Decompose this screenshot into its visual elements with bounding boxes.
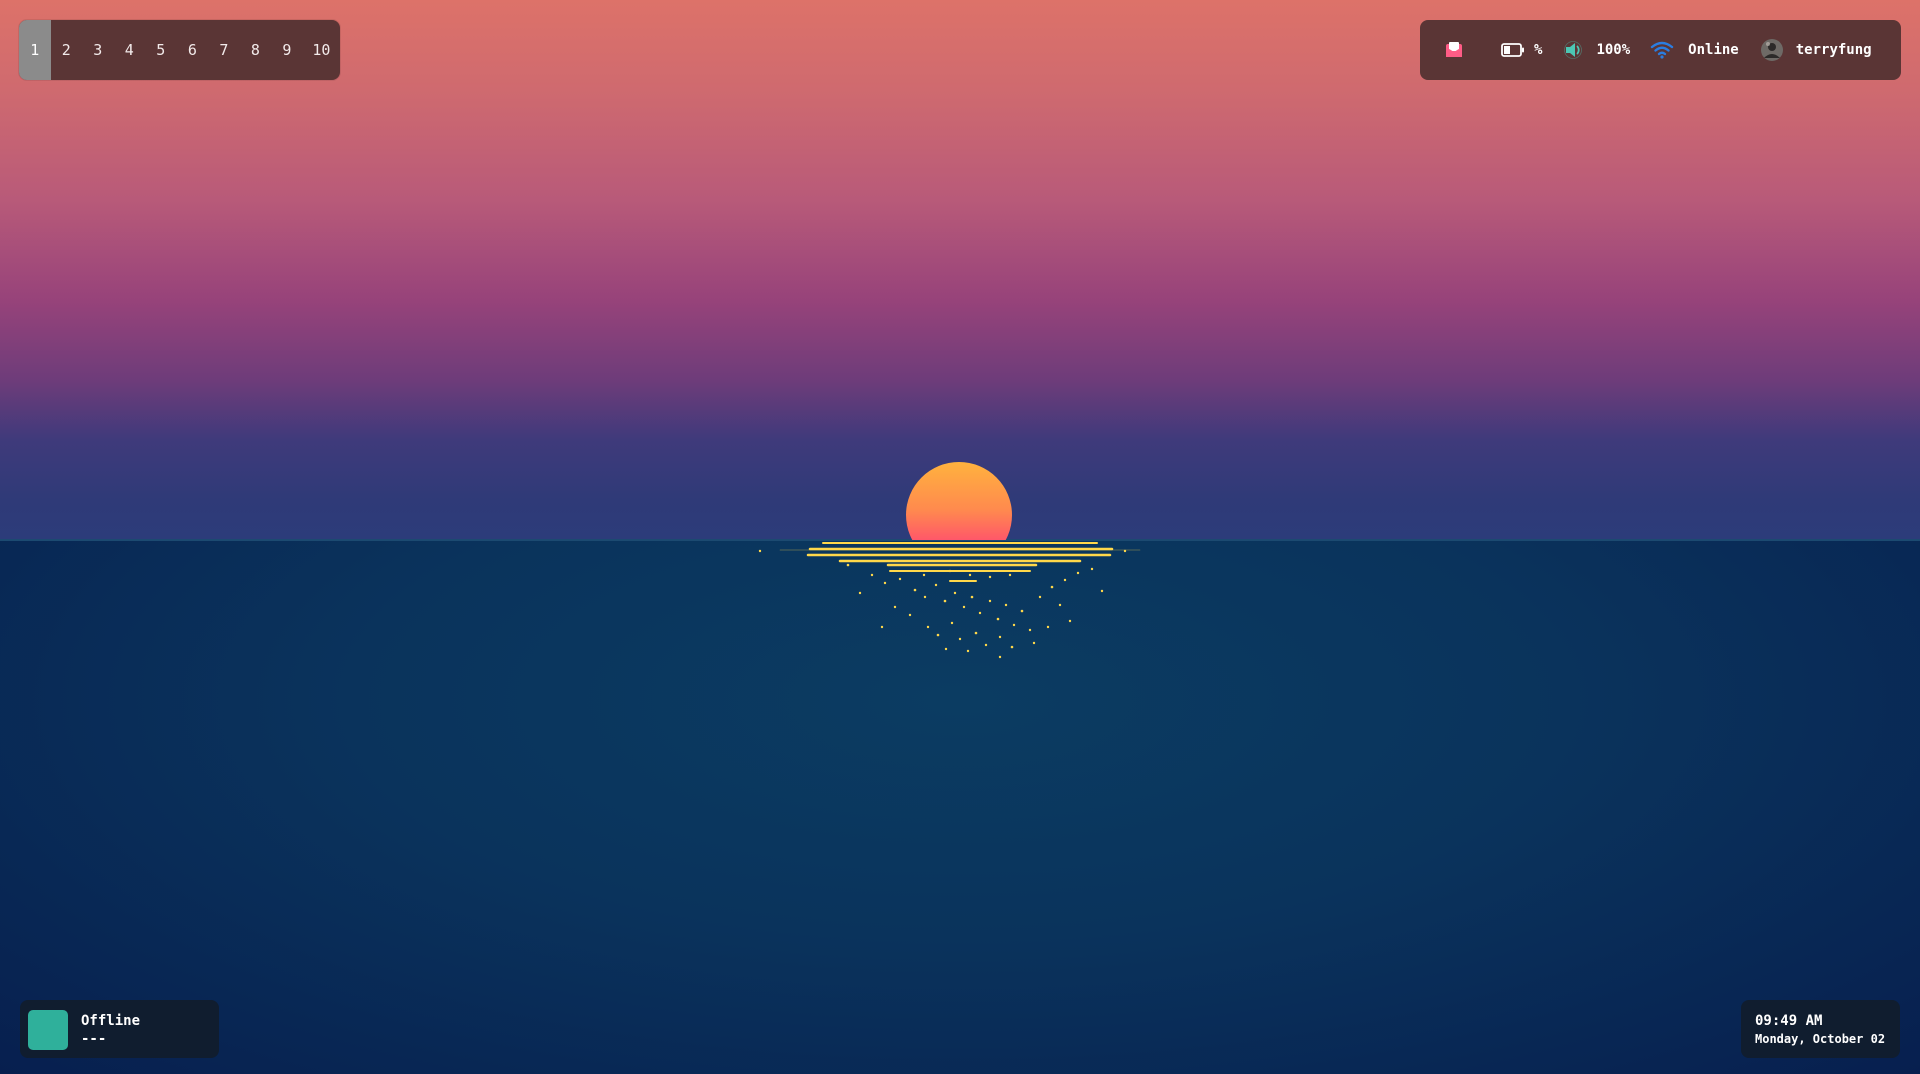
media-status: Offline: [81, 1013, 141, 1029]
network-status: Online: [1688, 42, 1739, 58]
username[interactable]: terryfung: [1796, 42, 1872, 58]
clock-widget[interactable]: 09:49 AM Monday, October 02: [1741, 1000, 1900, 1058]
clock-date: Monday, October 02: [1755, 1032, 1886, 1046]
battery-icon[interactable]: [1501, 43, 1525, 57]
volume-icon[interactable]: [1564, 41, 1584, 59]
media-widget[interactable]: Offline ---: [20, 1000, 219, 1058]
workspace-9-button[interactable]: 9: [271, 20, 303, 80]
volume-level: 100%: [1596, 42, 1631, 58]
workspace-3-button[interactable]: 3: [82, 20, 114, 80]
workspace-5-button[interactable]: 5: [145, 20, 177, 80]
workspace-8-button[interactable]: 8: [240, 20, 272, 80]
workspace-6-button[interactable]: 6: [177, 20, 209, 80]
workspace-1-button[interactable]: 1: [19, 20, 51, 80]
workspace-2-button[interactable]: 2: [51, 20, 83, 80]
avatar-icon[interactable]: [1760, 38, 1784, 62]
wallpaper-sun-reflection: [758, 542, 1141, 659]
status-tray: % 100% Online terryfung: [1420, 20, 1901, 80]
clock-time: 09:49 AM: [1755, 1013, 1823, 1029]
album-art: [28, 1010, 68, 1050]
battery-percent: %: [1534, 42, 1543, 58]
workspace-4-button[interactable]: 4: [114, 20, 146, 80]
workspace-switcher: 1 2 3 4 5 6 7 8 9 10: [19, 20, 340, 80]
wifi-icon[interactable]: [1650, 41, 1674, 59]
wallpaper-sky: [0, 0, 1920, 540]
media-detail: ---: [81, 1031, 107, 1047]
workspace-7-button[interactable]: 7: [208, 20, 240, 80]
workspace-10-button[interactable]: 10: [303, 20, 340, 80]
wallpaper-sun: [906, 462, 1012, 540]
mail-icon[interactable]: [1445, 41, 1463, 59]
